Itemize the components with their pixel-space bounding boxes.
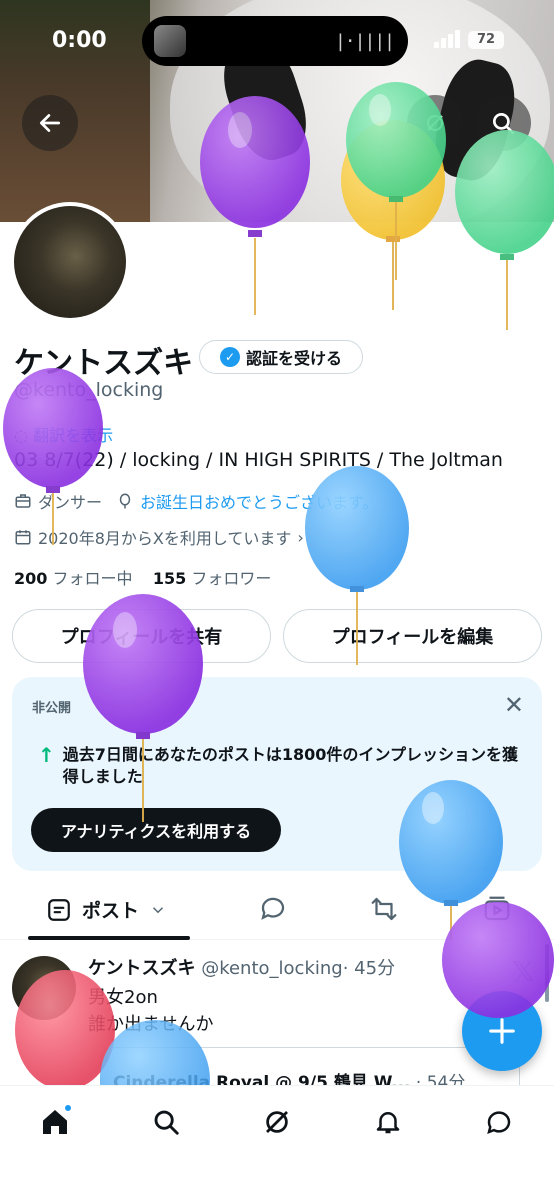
post-text-line: 男女2on <box>88 987 158 1008</box>
nav-grok[interactable] <box>257 1102 297 1142</box>
grok-icon <box>266 1111 288 1133</box>
arrow-left-icon <box>39 114 61 132</box>
unread-dot <box>64 1104 72 1112</box>
status-time: 0:00 <box>52 28 107 53</box>
get-verified-button[interactable]: ✓ 認証を受ける <box>199 340 363 374</box>
dynamic-island[interactable]: |·|||| <box>142 16 408 66</box>
video-icon <box>484 896 510 921</box>
now-playing-artwork <box>154 25 186 57</box>
followers-label: フォロワー <box>191 569 272 588</box>
following-label: フォロー中 <box>52 569 133 588</box>
follow-stats: 200 フォロー中 155 フォロワー <box>14 565 271 589</box>
search-button[interactable] <box>475 95 531 151</box>
analytics-button[interactable]: アナリティクスを利用する <box>31 808 281 852</box>
chat-bubble-icon <box>487 1111 511 1135</box>
nav-messages[interactable] <box>479 1102 519 1142</box>
arrow-up-icon: ↑ <box>38 743 55 767</box>
impression-summary: ↑ 過去7日間にあなたのポストは1800件のインプレッションを獲得しました <box>38 744 528 788</box>
status-bar: 0:00 |·|||| 72 <box>0 0 554 80</box>
reply-bubble-icon <box>261 897 285 920</box>
profile-bio: 03 8/7(22) / locking / IN HIGH SPIRITS /… <box>14 449 503 471</box>
birthday-message[interactable]: お誕生日おめでとうございます。 <box>140 489 378 513</box>
audio-wave-icon: |·|||| <box>334 31 395 52</box>
impression-text: 過去7日間にあなたのポストは1800件のインプレッションを獲得しました <box>62 745 518 786</box>
tab-reposts[interactable] <box>368 894 400 928</box>
balloon-icon <box>119 493 131 509</box>
post-author-avatar[interactable] <box>12 956 76 1020</box>
nav-home[interactable] <box>35 1102 75 1142</box>
profile-name: ケントスズキ <box>14 346 194 381</box>
verified-badge-icon: ✓ <box>219 347 240 367</box>
briefcase-icon <box>15 494 31 508</box>
compose-post-button[interactable] <box>462 991 542 1071</box>
posts-list-icon <box>48 898 70 921</box>
post-header: ケントスズキ @kento_locking· 45分 <box>88 954 395 980</box>
post-body: 男女2on 誰か出ませんか <box>88 984 213 1038</box>
grok-icon <box>427 115 443 131</box>
bell-icon <box>376 1112 400 1134</box>
grok-button[interactable] <box>407 95 463 151</box>
translate-label: 翻訳を表示 <box>33 426 114 445</box>
get-verified-label: 認証を受ける <box>245 349 342 368</box>
cellular-signal-icon <box>434 30 462 48</box>
following-count: 200 <box>14 569 48 588</box>
profile-tabs: ポスト <box>0 880 554 940</box>
translate-bio-link[interactable]: ◌ 翻訳を表示 <box>14 422 113 446</box>
following-link[interactable]: 200 フォロー中 <box>14 569 133 588</box>
post-author-name[interactable]: ケントスズキ <box>88 958 195 979</box>
repost-icon <box>371 897 397 921</box>
search-icon <box>154 1110 179 1135</box>
tab-replies[interactable] <box>258 894 288 928</box>
tab-posts[interactable]: ポスト <box>46 896 167 923</box>
back-button[interactable] <box>22 95 78 151</box>
post-text-line: 誰か出ませんか <box>88 1014 214 1035</box>
followers-count: 155 <box>152 569 187 588</box>
nav-notifications[interactable] <box>368 1102 408 1142</box>
post-time: · 45分 <box>342 958 396 979</box>
scrollbar[interactable] <box>545 944 549 1002</box>
battery-indicator: 72 <box>468 31 504 49</box>
bottom-navigation <box>0 1085 554 1200</box>
chevron-right-icon: › <box>297 527 304 547</box>
tab-media[interactable] <box>482 894 512 928</box>
joined-date: 2020年8月からXを利用しています <box>38 529 292 548</box>
share-profile-button[interactable]: プロフィールを共有 <box>12 609 271 663</box>
x-logo-icon: 𝕏 <box>512 955 535 988</box>
profile-handle: @kento_locking <box>14 379 164 401</box>
close-icon: ✕ <box>503 691 524 719</box>
nav-explore[interactable] <box>146 1102 186 1142</box>
profile-category: ダンサー <box>38 493 103 512</box>
active-tab-indicator <box>28 936 190 940</box>
tab-posts-label: ポスト <box>82 900 140 922</box>
private-label: 非公開 <box>32 701 72 716</box>
plus-icon <box>489 1018 515 1044</box>
profile-meta-row: ダンサー お誕生日おめでとうございます。 <box>14 489 378 513</box>
joined-date-row[interactable]: 2020年8月からXを利用しています › <box>14 525 304 549</box>
post-author-handle: @kento_locking <box>201 958 343 979</box>
private-analytics-card: 非公開 ✕ ↑ 過去7日間にあなたのポストは1800件のインプレッションを獲得し… <box>12 677 542 871</box>
followers-link[interactable]: 155 フォロワー <box>153 569 272 588</box>
chevron-down-icon <box>152 906 164 913</box>
profile-avatar[interactable] <box>10 202 130 322</box>
close-card-button[interactable]: ✕ <box>504 691 524 719</box>
calendar-icon <box>15 530 31 545</box>
edit-profile-button[interactable]: プロフィールを編集 <box>283 609 542 663</box>
search-icon <box>492 112 515 135</box>
translate-icon: ◌ <box>14 426 28 445</box>
